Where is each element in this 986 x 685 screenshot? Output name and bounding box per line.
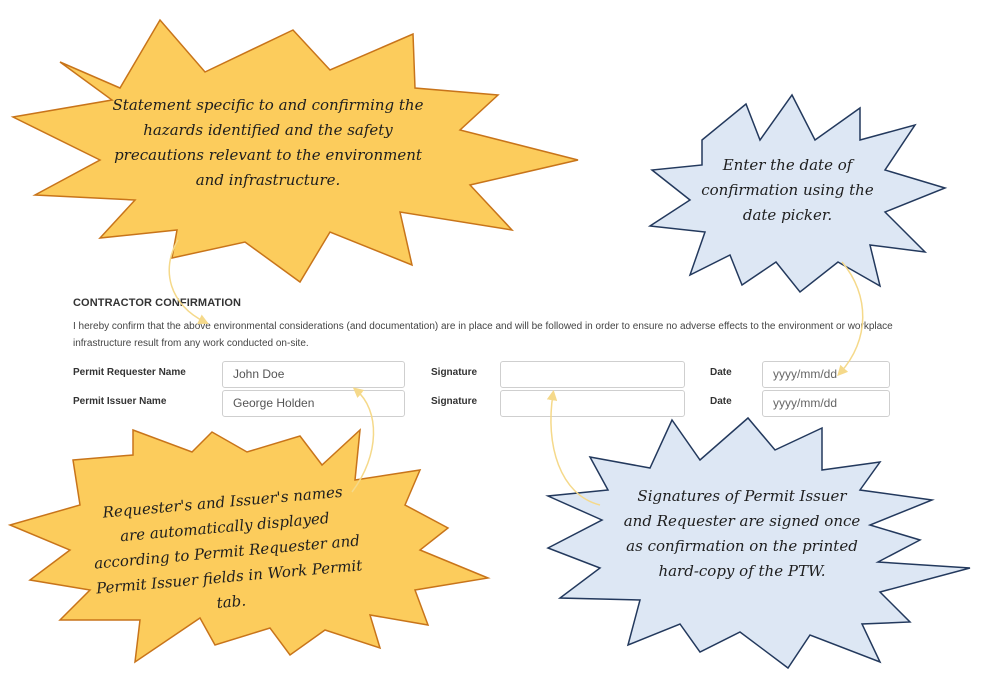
date-callout-arrow (837, 261, 864, 377)
signatures-callout-arrow (546, 389, 601, 506)
statement-callout-text: Statement specific to and confirming the… (112, 96, 424, 189)
names-callout-text: Requester's and Issuer's names are autom… (93, 482, 363, 613)
date-callout-text: Enter the date of confirmation using the… (701, 156, 874, 224)
signatures-callout-text: Signatures of Permit Issuer and Requeste… (623, 487, 861, 580)
